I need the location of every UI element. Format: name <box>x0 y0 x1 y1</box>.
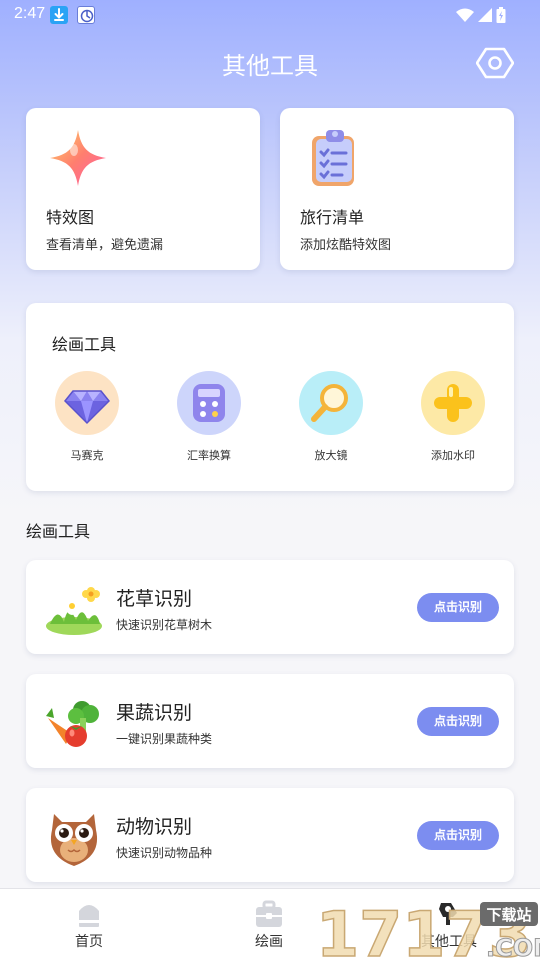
tool-icon-circle <box>55 371 119 435</box>
calculator-icon <box>193 384 225 422</box>
tool-magnifier[interactable]: 放大镜 <box>286 371 376 471</box>
tool-label: 添加水印 <box>431 449 475 462</box>
clipboard-checklist-icon <box>312 130 354 186</box>
wifi-icon <box>456 8 474 22</box>
tools-panel-title: 绘画工具 <box>52 335 117 354</box>
signal-icon <box>478 8 492 22</box>
feature-card-title: 旅行清单 <box>300 208 365 227</box>
recognition-subtitle: 快速识别花草树木 <box>116 618 213 632</box>
vegetables-icon <box>46 701 99 747</box>
tools-icon <box>439 903 457 925</box>
status-indicators <box>456 7 506 23</box>
flower-grass-icon <box>46 587 102 635</box>
recognition-subtitle: 快速识别动物品种 <box>116 846 213 860</box>
tool-icon-circle <box>421 371 485 435</box>
briefcase-icon <box>256 900 282 927</box>
tool-label: 放大镜 <box>314 449 348 462</box>
diamond-icon <box>63 390 111 425</box>
download-notification-icon <box>50 6 68 24</box>
recognition-card-plants: 花草识别 快速识别花草树木 点击识别 <box>26 560 514 654</box>
recognition-card-vegetables: 果蔬识别 一键识别果蔬种类 点击识别 <box>26 674 514 768</box>
feature-card-title: 特效图 <box>46 208 95 227</box>
tool-mosaic[interactable]: 马赛克 <box>42 371 132 471</box>
tool-currency-converter[interactable]: 汇率换算 <box>164 371 254 471</box>
magnifier-icon <box>311 384 348 422</box>
feature-card-subtitle: 添加炫酷特效图 <box>300 238 392 253</box>
feature-card-subtitle: 查看清单，避免遗漏 <box>46 238 164 253</box>
feature-card-travel-list[interactable]: 旅行清单 添加炫酷特效图 <box>280 108 514 270</box>
nav-label: 绘画 <box>255 934 283 950</box>
status-bar: 2:47 <box>0 0 540 30</box>
tool-icon-circle <box>299 371 363 435</box>
home-icon <box>79 905 99 927</box>
nav-label: 其他工具 <box>421 934 477 950</box>
app-notification-icon <box>77 6 95 24</box>
settings-button[interactable] <box>475 44 515 82</box>
tool-icon-circle <box>177 371 241 435</box>
recognition-subtitle: 一键识别果蔬种类 <box>116 732 213 746</box>
tool-add-watermark[interactable]: 添加水印 <box>408 371 498 471</box>
nav-home[interactable]: 首页 <box>49 899 129 955</box>
nav-other-tools[interactable]: 其他工具 <box>409 899 489 955</box>
tool-label: 马赛克 <box>70 449 104 462</box>
nav-label: 首页 <box>75 934 103 950</box>
identify-vegetables-button[interactable]: 点击识别 <box>417 707 499 736</box>
owl-icon <box>50 814 98 866</box>
feature-card-effects[interactable]: 特效图 查看清单，避免遗漏 <box>26 108 260 270</box>
hexagon-settings-icon <box>475 47 515 79</box>
battery-icon <box>496 7 506 23</box>
identify-plants-button[interactable]: 点击识别 <box>417 593 499 622</box>
recognition-title: 果蔬识别 <box>116 702 193 724</box>
plus-icon <box>434 384 472 422</box>
nav-drawing[interactable]: 绘画 <box>229 899 309 955</box>
drawing-tools-panel: 绘画工具 马赛克 汇率换算 放大镜 添加水印 <box>26 303 514 491</box>
sparkle-star-icon <box>50 130 106 186</box>
recognition-title: 花草识别 <box>116 588 193 610</box>
recognition-card-animals: 动物识别 快速识别动物品种 点击识别 <box>26 788 514 882</box>
page-title: 其他工具 <box>222 52 318 80</box>
identify-animals-button[interactable]: 点击识别 <box>417 821 499 850</box>
tool-label: 汇率换算 <box>187 449 231 462</box>
section-title: 绘画工具 <box>26 522 91 541</box>
bottom-navigation: 首页 绘画 其他工具 <box>0 888 540 960</box>
status-time: 2:47 <box>14 5 46 22</box>
recognition-title: 动物识别 <box>116 816 193 838</box>
